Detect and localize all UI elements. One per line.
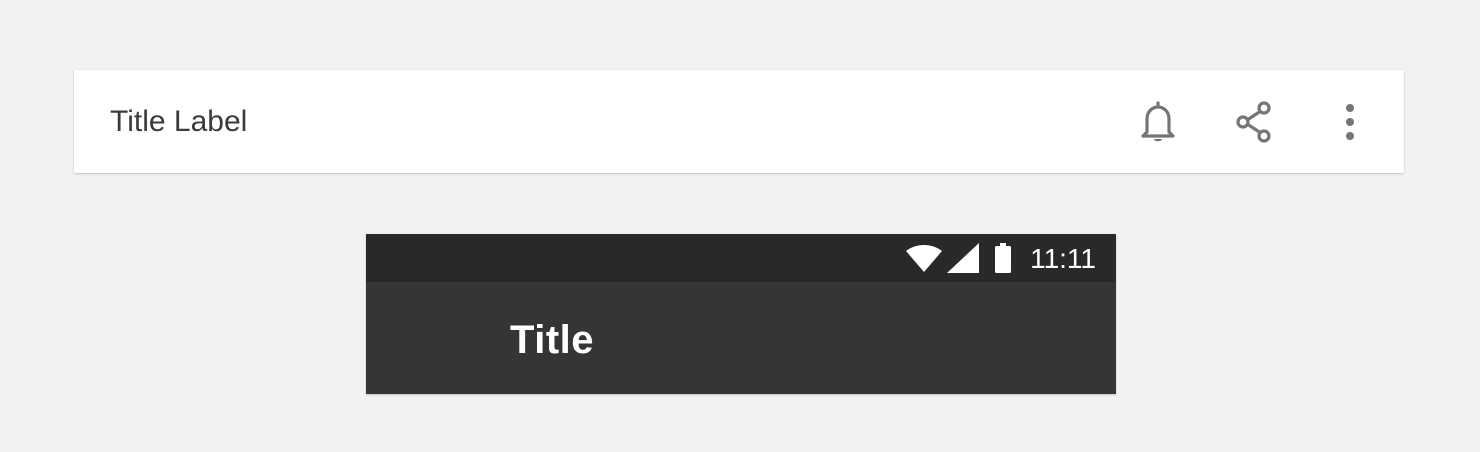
status-time: 11:11 bbox=[1030, 243, 1096, 274]
more-vert-icon bbox=[1344, 102, 1356, 142]
phone-preview: 11:11 Title bbox=[366, 234, 1116, 394]
cellular-signal-icon bbox=[947, 234, 979, 282]
toolbar-title: Title Label bbox=[110, 105, 248, 138]
status-bar: 11:11 bbox=[366, 234, 1116, 282]
light-toolbar: Title Label bbox=[74, 70, 1404, 173]
app-bar: Title bbox=[366, 282, 1116, 394]
more-options-button[interactable] bbox=[1328, 100, 1372, 144]
wifi-icon bbox=[906, 234, 942, 282]
share-icon bbox=[1233, 100, 1275, 144]
notifications-button[interactable] bbox=[1136, 100, 1180, 144]
share-button[interactable] bbox=[1232, 100, 1276, 144]
bell-icon bbox=[1140, 100, 1176, 144]
battery-icon bbox=[994, 234, 1012, 282]
app-bar-title: Title bbox=[510, 318, 595, 362]
